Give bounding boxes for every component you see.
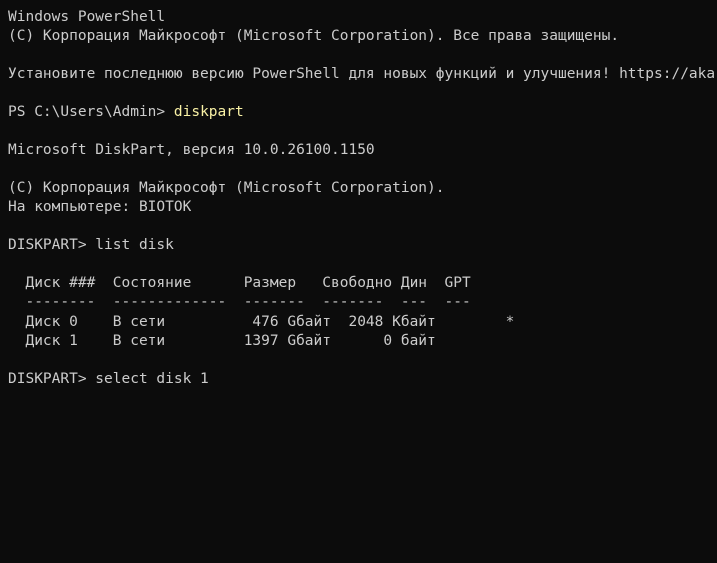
disk-table-row: Диск 1 В сети 1397 Gбайт 0 байт (8, 333, 436, 349)
disk-table-row: Диск 0 В сети 476 Gбайт 2048 Кбайт * (8, 314, 515, 330)
terminal-prompt-list-disk: DISKPART> list disk (8, 237, 174, 253)
powershell-terminal[interactable]: Windows PowerShell (С) Корпорация Майкро… (0, 0, 717, 563)
terminal-prompt-select-disk: DISKPART> select disk 1 (8, 371, 209, 387)
terminal-line-update-notice: Установите последнюю версию PowerShell д… (8, 66, 717, 82)
prompt-prefix: PS C:\Users\Admin> (8, 104, 174, 120)
terminal-line-title: Windows PowerShell (8, 9, 166, 25)
terminal-line-copyright: (С) Корпорация Майкрософт (Microsoft Cor… (8, 28, 620, 44)
command-diskpart: diskpart (173, 104, 244, 120)
disk-table-separator: -------- ------------- ------- ------- -… (8, 294, 471, 310)
disk-table-header: Диск ### Состояние Размер Свободно Дин G… (8, 275, 471, 291)
terminal-line-diskpart-version: Microsoft DiskPart, версия 10.0.26100.11… (8, 142, 375, 158)
terminal-prompt-line: PS C:\Users\Admin> diskpart (8, 103, 244, 122)
terminal-line-diskpart-copyright: (С) Корпорация Майкрософт (Microsoft Cor… (8, 180, 445, 196)
terminal-line-computer-name: На компьютере: BIOTOK (8, 199, 192, 215)
